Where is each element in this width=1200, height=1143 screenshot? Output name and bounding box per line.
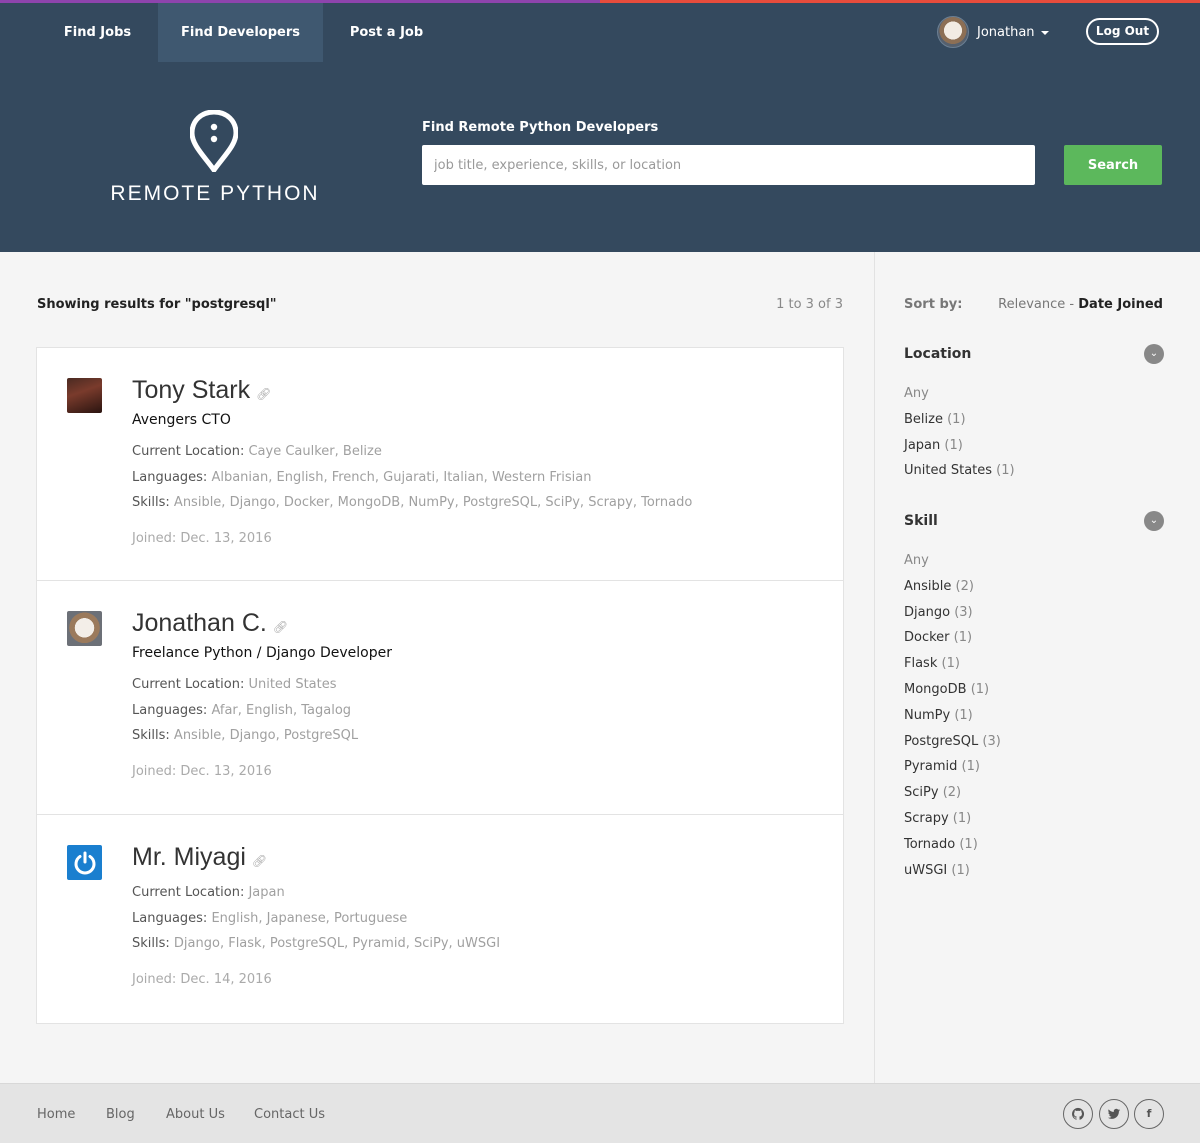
developer-skills: Skills: Ansible, Django, PostgreSQL [132, 728, 359, 743]
developer-title: Freelance Python / Django Developer [132, 645, 392, 661]
location-facet-list: Any Belize (1) Japan (1) United States (… [904, 386, 1015, 489]
developer-name[interactable]: Mr. Miyagi [132, 843, 246, 871]
developer-avatar[interactable] [67, 378, 102, 413]
facebook-icon[interactable]: f [1134, 1099, 1164, 1129]
user-name[interactable]: Jonathan [977, 25, 1035, 40]
hero-search-banner: REMOTE PYTHON Find Remote Python Develop… [0, 62, 1200, 252]
chevron-down-icon[interactable]: ⌄ [1144, 344, 1164, 364]
facet-item-flask[interactable]: Flask (1) [904, 656, 1001, 682]
facet-item-docker[interactable]: Docker (1) [904, 630, 1001, 656]
logout-button[interactable]: Log Out [1086, 18, 1159, 45]
twitter-icon[interactable] [1099, 1099, 1129, 1129]
skill-facet-list: Any Ansible (2) Django (3) Docker (1) Fl… [904, 553, 1001, 888]
facet-item-any[interactable]: Any [904, 553, 1001, 579]
link-icon[interactable]: 🔗︎ [256, 387, 271, 401]
developer-avatar[interactable] [67, 845, 102, 880]
results-heading: Showing results for "postgresql" [37, 297, 277, 312]
site-logo-text: REMOTE PYTHON [110, 182, 320, 205]
power-icon [74, 851, 95, 874]
footer-link-blog[interactable]: Blog [106, 1107, 135, 1122]
developer-joined-date: Joined: Dec. 13, 2016 [132, 764, 272, 779]
facet-item-united-states[interactable]: United States (1) [904, 463, 1015, 489]
developer-card[interactable]: Jonathan C. 🔗︎ Freelance Python / Django … [37, 581, 843, 815]
developer-languages: Languages: Albanian, English, French, Gu… [132, 470, 592, 485]
user-menu[interactable]: Jonathan [937, 16, 1049, 48]
search-button[interactable]: Search [1064, 145, 1162, 185]
sort-label: Sort by: [904, 297, 963, 312]
developer-name-row[interactable]: Tony Stark 🔗︎ [132, 376, 271, 405]
facet-item-scrapy[interactable]: Scrapy (1) [904, 811, 1001, 837]
footer-link-contact-us[interactable]: Contact Us [254, 1107, 325, 1122]
facet-item-uwsgi[interactable]: uWSGI (1) [904, 863, 1001, 889]
location-facet-title[interactable]: Location [904, 346, 971, 362]
chevron-down-icon[interactable]: ⌄ [1144, 511, 1164, 531]
footer-link-about-us[interactable]: About Us [166, 1107, 225, 1122]
facet-item-pyramid[interactable]: Pyramid (1) [904, 759, 1001, 785]
facet-item-scipy[interactable]: SciPy (2) [904, 785, 1001, 811]
developer-joined-date: Joined: Dec. 14, 2016 [132, 972, 272, 987]
github-icon[interactable] [1063, 1099, 1093, 1129]
developer-name-row[interactable]: Jonathan C. 🔗︎ [132, 609, 288, 638]
location-pin-logo-icon [190, 110, 238, 172]
nav-find-jobs[interactable]: Find Jobs [37, 3, 158, 62]
facet-item-django[interactable]: Django (3) [904, 605, 1001, 631]
chevron-down-icon[interactable] [1040, 31, 1049, 35]
facet-item-belize[interactable]: Belize (1) [904, 412, 1015, 438]
facet-item-ansible[interactable]: Ansible (2) [904, 579, 1001, 605]
search-label: Find Remote Python Developers [422, 120, 659, 135]
developer-joined-date: Joined: Dec. 13, 2016 [132, 531, 272, 546]
developer-languages: Languages: English, Japanese, Portuguese [132, 911, 408, 926]
developer-skills: Skills: Ansible, Django, Docker, MongoDB… [132, 495, 693, 510]
developer-card[interactable]: Tony Stark 🔗︎ Avengers CTO Current Locati… [37, 348, 843, 581]
skill-facet-title[interactable]: Skill [904, 513, 938, 529]
accent-stripe-right [600, 0, 1200, 3]
developer-name[interactable]: Tony Stark [132, 376, 250, 404]
footer-link-home[interactable]: Home [37, 1107, 75, 1122]
developer-location: Current Location: Japan [132, 885, 285, 900]
developer-languages: Languages: Afar, English, Tagalog [132, 703, 352, 718]
sort-date-joined[interactable]: Date Joined [1078, 297, 1163, 312]
facet-item-japan[interactable]: Japan (1) [904, 438, 1015, 464]
results-section: Showing results for "postgresql" 1 to 3 … [0, 252, 874, 1083]
sort-separator: - [1069, 297, 1075, 312]
developer-avatar[interactable] [67, 611, 102, 646]
user-avatar[interactable] [937, 16, 969, 48]
filter-sidebar: Sort by: Relevance - Date Joined Locatio… [874, 252, 1200, 1083]
facet-item-mongodb[interactable]: MongoDB (1) [904, 682, 1001, 708]
sort-options: Relevance - Date Joined [998, 297, 1163, 312]
developer-location: Current Location: Caye Caulker, Belize [132, 444, 382, 459]
developer-card[interactable]: Mr. Miyagi 🔗︎ Current Location: Japan Lan… [37, 815, 843, 1023]
facet-item-numpy[interactable]: NumPy (1) [904, 708, 1001, 734]
developer-skills: Skills: Django, Flask, PostgreSQL, Pyram… [132, 936, 501, 951]
sort-relevance[interactable]: Relevance [998, 297, 1065, 312]
site-footer: Home Blog About Us Contact Us f [0, 1083, 1200, 1143]
nav-find-developers[interactable]: Find Developers [158, 3, 323, 62]
developer-title: Avengers CTO [132, 412, 231, 428]
link-icon[interactable]: 🔗︎ [252, 854, 267, 868]
facet-item-postgresql[interactable]: PostgreSQL (3) [904, 734, 1001, 760]
facet-item-tornado[interactable]: Tornado (1) [904, 837, 1001, 863]
top-navbar: Find Jobs Find Developers Post a Job Jon… [0, 0, 1200, 62]
search-input[interactable] [422, 145, 1035, 185]
developer-name-row[interactable]: Mr. Miyagi 🔗︎ [132, 843, 267, 872]
nav-post-a-job[interactable]: Post a Job [323, 3, 450, 62]
developer-list: Tony Stark 🔗︎ Avengers CTO Current Locati… [36, 347, 844, 1024]
facet-item-any[interactable]: Any [904, 386, 1015, 412]
results-count: 1 to 3 of 3 [776, 297, 843, 312]
developer-location: Current Location: United States [132, 677, 337, 692]
developer-name[interactable]: Jonathan C. [132, 609, 267, 637]
link-icon[interactable]: 🔗︎ [273, 620, 288, 634]
